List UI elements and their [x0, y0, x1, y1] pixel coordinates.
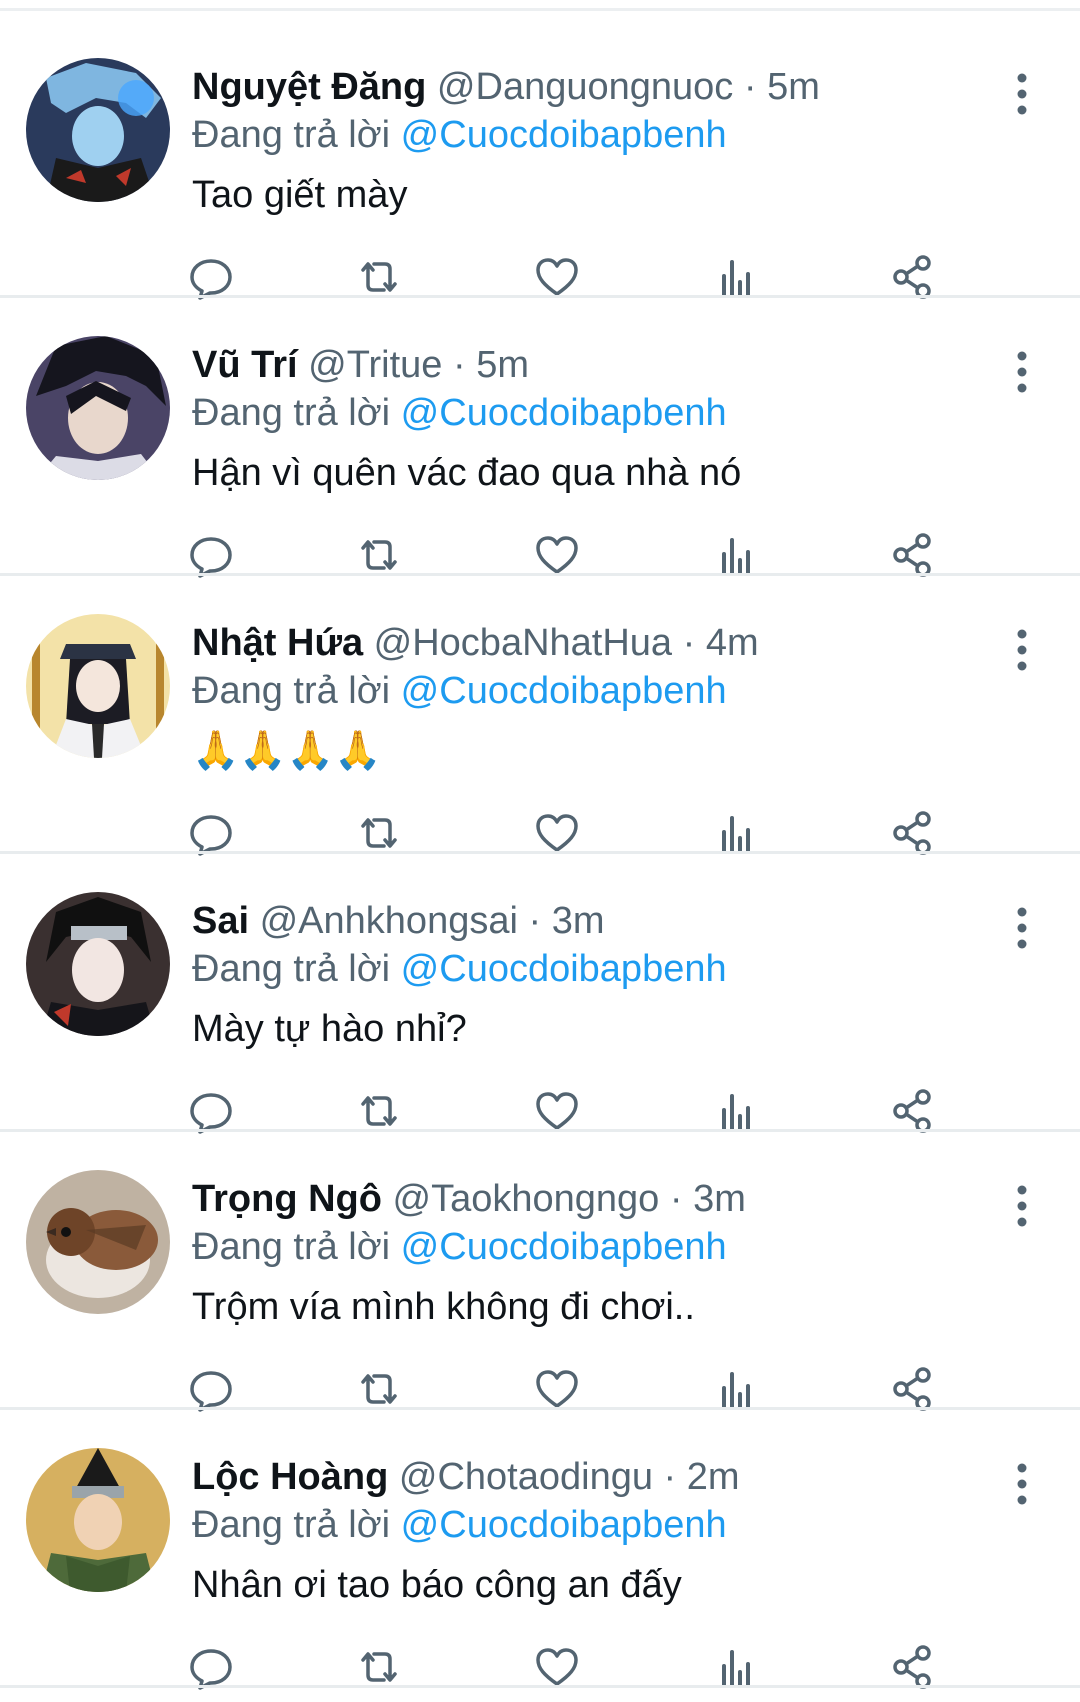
user-handle[interactable]: @HocbaNhatHua: [374, 622, 672, 664]
reply-tweet[interactable]: Nguyệt Đăng @Danguongnuoc · 5m Đang trả …: [0, 20, 1080, 300]
timestamp[interactable]: 5m: [476, 344, 529, 386]
more-vertical-icon[interactable]: [1010, 1182, 1034, 1230]
more-vertical-icon[interactable]: [1010, 904, 1034, 952]
display-name[interactable]: Trọng Ngô: [192, 1178, 382, 1220]
tweet-header: Nhật Hứa @HocbaNhatHua · 4m: [192, 618, 759, 668]
tweet-header: Lộc Hoàng @Chotaodingu · 2m: [192, 1452, 740, 1502]
timestamp[interactable]: 5m: [767, 66, 820, 108]
user-handle[interactable]: @Danguongnuoc: [437, 66, 733, 108]
avatar-image: [26, 1170, 170, 1314]
replying-to-label: Đang trả lời: [192, 670, 391, 712]
timestamp[interactable]: 4m: [706, 622, 759, 664]
replying-to-label: Đang trả lời: [192, 392, 391, 434]
separator-dot: ·: [743, 66, 757, 108]
more-vertical-icon[interactable]: [1010, 348, 1034, 396]
separator-dot: ·: [682, 622, 696, 664]
display-name[interactable]: Nhật Hứa: [192, 622, 363, 664]
tweet-header: Vũ Trí @Tritue · 5m: [192, 340, 529, 390]
avatar[interactable]: [26, 336, 170, 480]
tweet-text: Hận vì quên vác đao qua nhà nó: [192, 452, 742, 494]
avatar-image: [26, 892, 170, 1036]
replying-to-label: Đang trả lời: [192, 1226, 391, 1268]
reply-mention-link[interactable]: @Cuocdoibapbenh: [401, 392, 727, 434]
more-vertical-icon[interactable]: [1010, 626, 1034, 674]
separator-dot: ·: [663, 1456, 677, 1498]
display-name[interactable]: Nguyệt Đăng: [192, 66, 426, 108]
reply-tweet[interactable]: Sai @Anhkhongsai · 3m Đang trả lời @Cuoc…: [0, 854, 1080, 1134]
avatar-image: [26, 58, 170, 202]
reply-tweet[interactable]: Trọng Ngô @Taokhongngo · 3m Đang trả lời…: [0, 1132, 1080, 1412]
replying-to: Đang trả lời @Cuocdoibapbenh: [192, 944, 727, 994]
timestamp[interactable]: 3m: [552, 900, 605, 942]
replying-to: Đang trả lời @Cuocdoibapbenh: [192, 666, 727, 716]
reply-feed: Nguyệt Đăng @Danguongnuoc · 5m Đang trả …: [0, 0, 1080, 1702]
tweet-header: Nguyệt Đăng @Danguongnuoc · 5m: [192, 62, 820, 112]
top-divider: [0, 8, 1080, 11]
replying-to: Đang trả lời @Cuocdoibapbenh: [192, 388, 727, 438]
separator-dot: ·: [453, 344, 466, 386]
avatar[interactable]: [26, 614, 170, 758]
separator-dot: ·: [528, 900, 542, 942]
reply-tweet[interactable]: Lộc Hoàng @Chotaodingu · 2m Đang trả lời…: [0, 1410, 1080, 1690]
tweet-text: Nhân ơi tao báo công an đấy: [192, 1564, 682, 1606]
more-vertical-icon[interactable]: [1010, 1460, 1034, 1508]
timestamp[interactable]: 2m: [687, 1456, 740, 1498]
replying-to: Đang trả lời @Cuocdoibapbenh: [192, 1222, 727, 1272]
user-handle[interactable]: @Taokhongngo: [393, 1178, 660, 1220]
avatar-image: [26, 336, 170, 480]
tweet-text: Trộm vía mình không đi chơi..: [192, 1286, 695, 1328]
user-handle[interactable]: @Anhkhongsai: [260, 900, 518, 942]
avatar[interactable]: [26, 1448, 170, 1592]
replying-to: Đang trả lời @Cuocdoibapbenh: [192, 1500, 727, 1550]
replying-to: Đang trả lời @Cuocdoibapbenh: [192, 110, 727, 160]
tweet-text-content: 🙏🙏🙏🙏: [192, 730, 382, 772]
user-handle[interactable]: @Tritue: [308, 344, 442, 386]
reply-mention-link[interactable]: @Cuocdoibapbenh: [401, 948, 727, 990]
tweet-text: Mày tự hào nhỉ?: [192, 1008, 467, 1050]
avatar-image: [26, 614, 170, 758]
replying-to-label: Đang trả lời: [192, 1504, 391, 1546]
reply-tweet[interactable]: Nhật Hứa @HocbaNhatHua · 4m Đang trả lời…: [0, 576, 1080, 856]
replying-to-label: Đang trả lời: [192, 114, 391, 156]
avatar[interactable]: [26, 58, 170, 202]
replying-to-label: Đang trả lời: [192, 948, 391, 990]
reply-mention-link[interactable]: @Cuocdoibapbenh: [401, 1504, 727, 1546]
display-name[interactable]: Vũ Trí: [192, 344, 298, 386]
user-handle[interactable]: @Chotaodingu: [399, 1456, 653, 1498]
display-name[interactable]: Sai: [192, 900, 249, 942]
reply-tweet[interactable]: Vũ Trí @Tritue · 5m Đang trả lời @Cuocdo…: [0, 298, 1080, 578]
tweet-header: Trọng Ngô @Taokhongngo · 3m: [192, 1174, 746, 1224]
tweet-text: 🙏🙏🙏🙏: [192, 726, 381, 776]
separator-dot: ·: [669, 1178, 683, 1220]
more-vertical-icon[interactable]: [1010, 70, 1034, 118]
avatar-image: [26, 1448, 170, 1592]
tweet-text: Tao giết mày: [192, 174, 408, 216]
avatar[interactable]: [26, 892, 170, 1036]
reply-mention-link[interactable]: @Cuocdoibapbenh: [401, 114, 727, 156]
tweet-header: Sai @Anhkhongsai · 3m: [192, 896, 605, 946]
display-name[interactable]: Lộc Hoàng: [192, 1456, 388, 1498]
reply-mention-link[interactable]: @Cuocdoibapbenh: [401, 1226, 727, 1268]
avatar[interactable]: [26, 1170, 170, 1314]
reply-mention-link[interactable]: @Cuocdoibapbenh: [401, 670, 727, 712]
tweet-divider: [0, 1685, 1080, 1688]
timestamp[interactable]: 3m: [693, 1178, 746, 1220]
